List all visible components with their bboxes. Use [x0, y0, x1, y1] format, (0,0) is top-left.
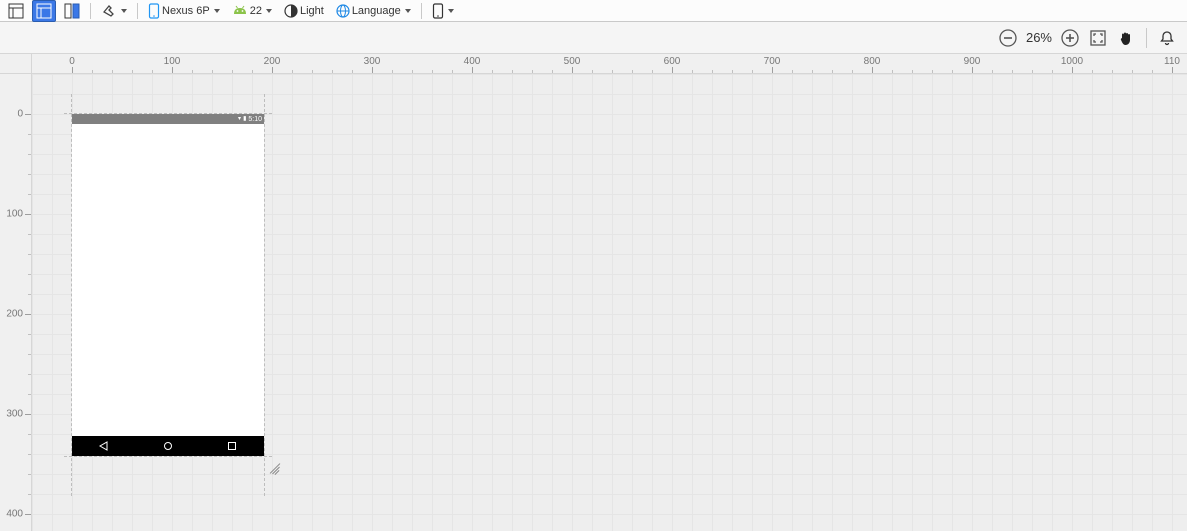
device-content-area[interactable]: [72, 124, 264, 436]
split-mode-button[interactable]: [60, 0, 84, 22]
toolbar-separator: [137, 3, 138, 19]
guide-line: [64, 456, 272, 457]
zoom-in-button[interactable]: [1058, 26, 1082, 50]
ruler-tick-label: 700: [764, 56, 781, 67]
pan-button[interactable]: [1114, 26, 1138, 50]
api-label: 22: [250, 5, 262, 17]
ruler-tick-label: 0: [17, 109, 23, 120]
guide-line: [264, 94, 265, 496]
battery-icon: ▮: [243, 116, 246, 122]
globe-icon: [336, 4, 350, 18]
hand-icon: [1117, 29, 1135, 47]
ruler-tick-label: 500: [564, 56, 581, 67]
ruler-tick-label: 0: [69, 56, 75, 67]
language-selector[interactable]: Language: [332, 1, 415, 21]
resize-handle[interactable]: [266, 458, 280, 472]
chevron-down-icon: [214, 9, 220, 13]
design-surface: 0 100 200 300 400 500 600 700 800 900 1000 110 0 100…: [0, 54, 1187, 531]
toolbar-separator: [1146, 28, 1147, 48]
device-selector[interactable]: Nexus 6P: [144, 0, 224, 22]
chevron-down-icon: [448, 9, 454, 13]
designer-mode-button[interactable]: [4, 0, 28, 22]
blueprint-mode-button[interactable]: [32, 0, 56, 22]
bell-icon: [1158, 29, 1176, 47]
ruler-tick-label: 200: [6, 309, 23, 320]
notifications-button[interactable]: [1155, 26, 1179, 50]
ruler-tick-label: 400: [464, 56, 481, 67]
ruler-corner: [0, 54, 32, 74]
wifi-icon: ▾: [238, 116, 241, 122]
ruler-tick-label: 100: [164, 56, 181, 67]
chevron-down-icon: [405, 9, 411, 13]
device-preview[interactable]: ▾ ▮ 5:10: [72, 114, 264, 456]
ruler-tick-label: 800: [864, 56, 881, 67]
android-icon: [232, 5, 248, 17]
ruler-tick-label: 200: [264, 56, 281, 67]
nav-recent-icon[interactable]: [227, 441, 237, 451]
preview-configs-button[interactable]: [428, 0, 458, 22]
ruler-tick-label: 100: [6, 209, 23, 220]
vertical-ruler[interactable]: 0 100 200 300 400: [0, 74, 32, 531]
api-selector[interactable]: 22: [228, 2, 276, 20]
language-label: Language: [352, 5, 401, 17]
main-toolbar: Nexus 6P 22 Light Language: [0, 0, 1187, 22]
ruler-tick-label: 900: [964, 56, 981, 67]
device-status-bar: ▾ ▮ 5:10: [72, 114, 264, 124]
ruler-tick-label: 110: [1164, 56, 1180, 67]
nav-back-icon[interactable]: [99, 441, 109, 451]
device-label: Nexus 6P: [162, 5, 210, 17]
ruler-tick-label: 300: [6, 409, 23, 420]
nav-home-icon[interactable]: [163, 441, 173, 451]
theme-selector[interactable]: Light: [280, 1, 328, 21]
chevron-down-icon: [121, 9, 127, 13]
ruler-tick-label: 1000: [1061, 56, 1083, 67]
chevron-down-icon: [266, 9, 272, 13]
zoom-out-button[interactable]: [996, 26, 1020, 50]
zoom-level: 26%: [1024, 30, 1054, 45]
phone-icon: [148, 3, 160, 19]
toolbar-separator: [90, 3, 91, 19]
zoom-toolbar: 26%: [0, 22, 1187, 54]
ruler-tick-label: 400: [6, 509, 23, 520]
toolbar-separator: [421, 3, 422, 19]
zoom-fit-button[interactable]: [1086, 26, 1110, 50]
device-nav-bar: [72, 436, 264, 456]
ruler-tick-label: 600: [664, 56, 681, 67]
theme-label: Light: [300, 5, 324, 17]
status-time: 5:10: [248, 116, 262, 123]
orientation-button[interactable]: [97, 0, 131, 22]
phone-icon: [432, 3, 444, 19]
horizontal-ruler[interactable]: 0 100 200 300 400 500 600 700 800 900 1000 110: [32, 54, 1187, 74]
ruler-tick-label: 300: [364, 56, 381, 67]
design-canvas[interactable]: ▾ ▮ 5:10: [32, 74, 1187, 531]
theme-icon: [284, 4, 298, 18]
